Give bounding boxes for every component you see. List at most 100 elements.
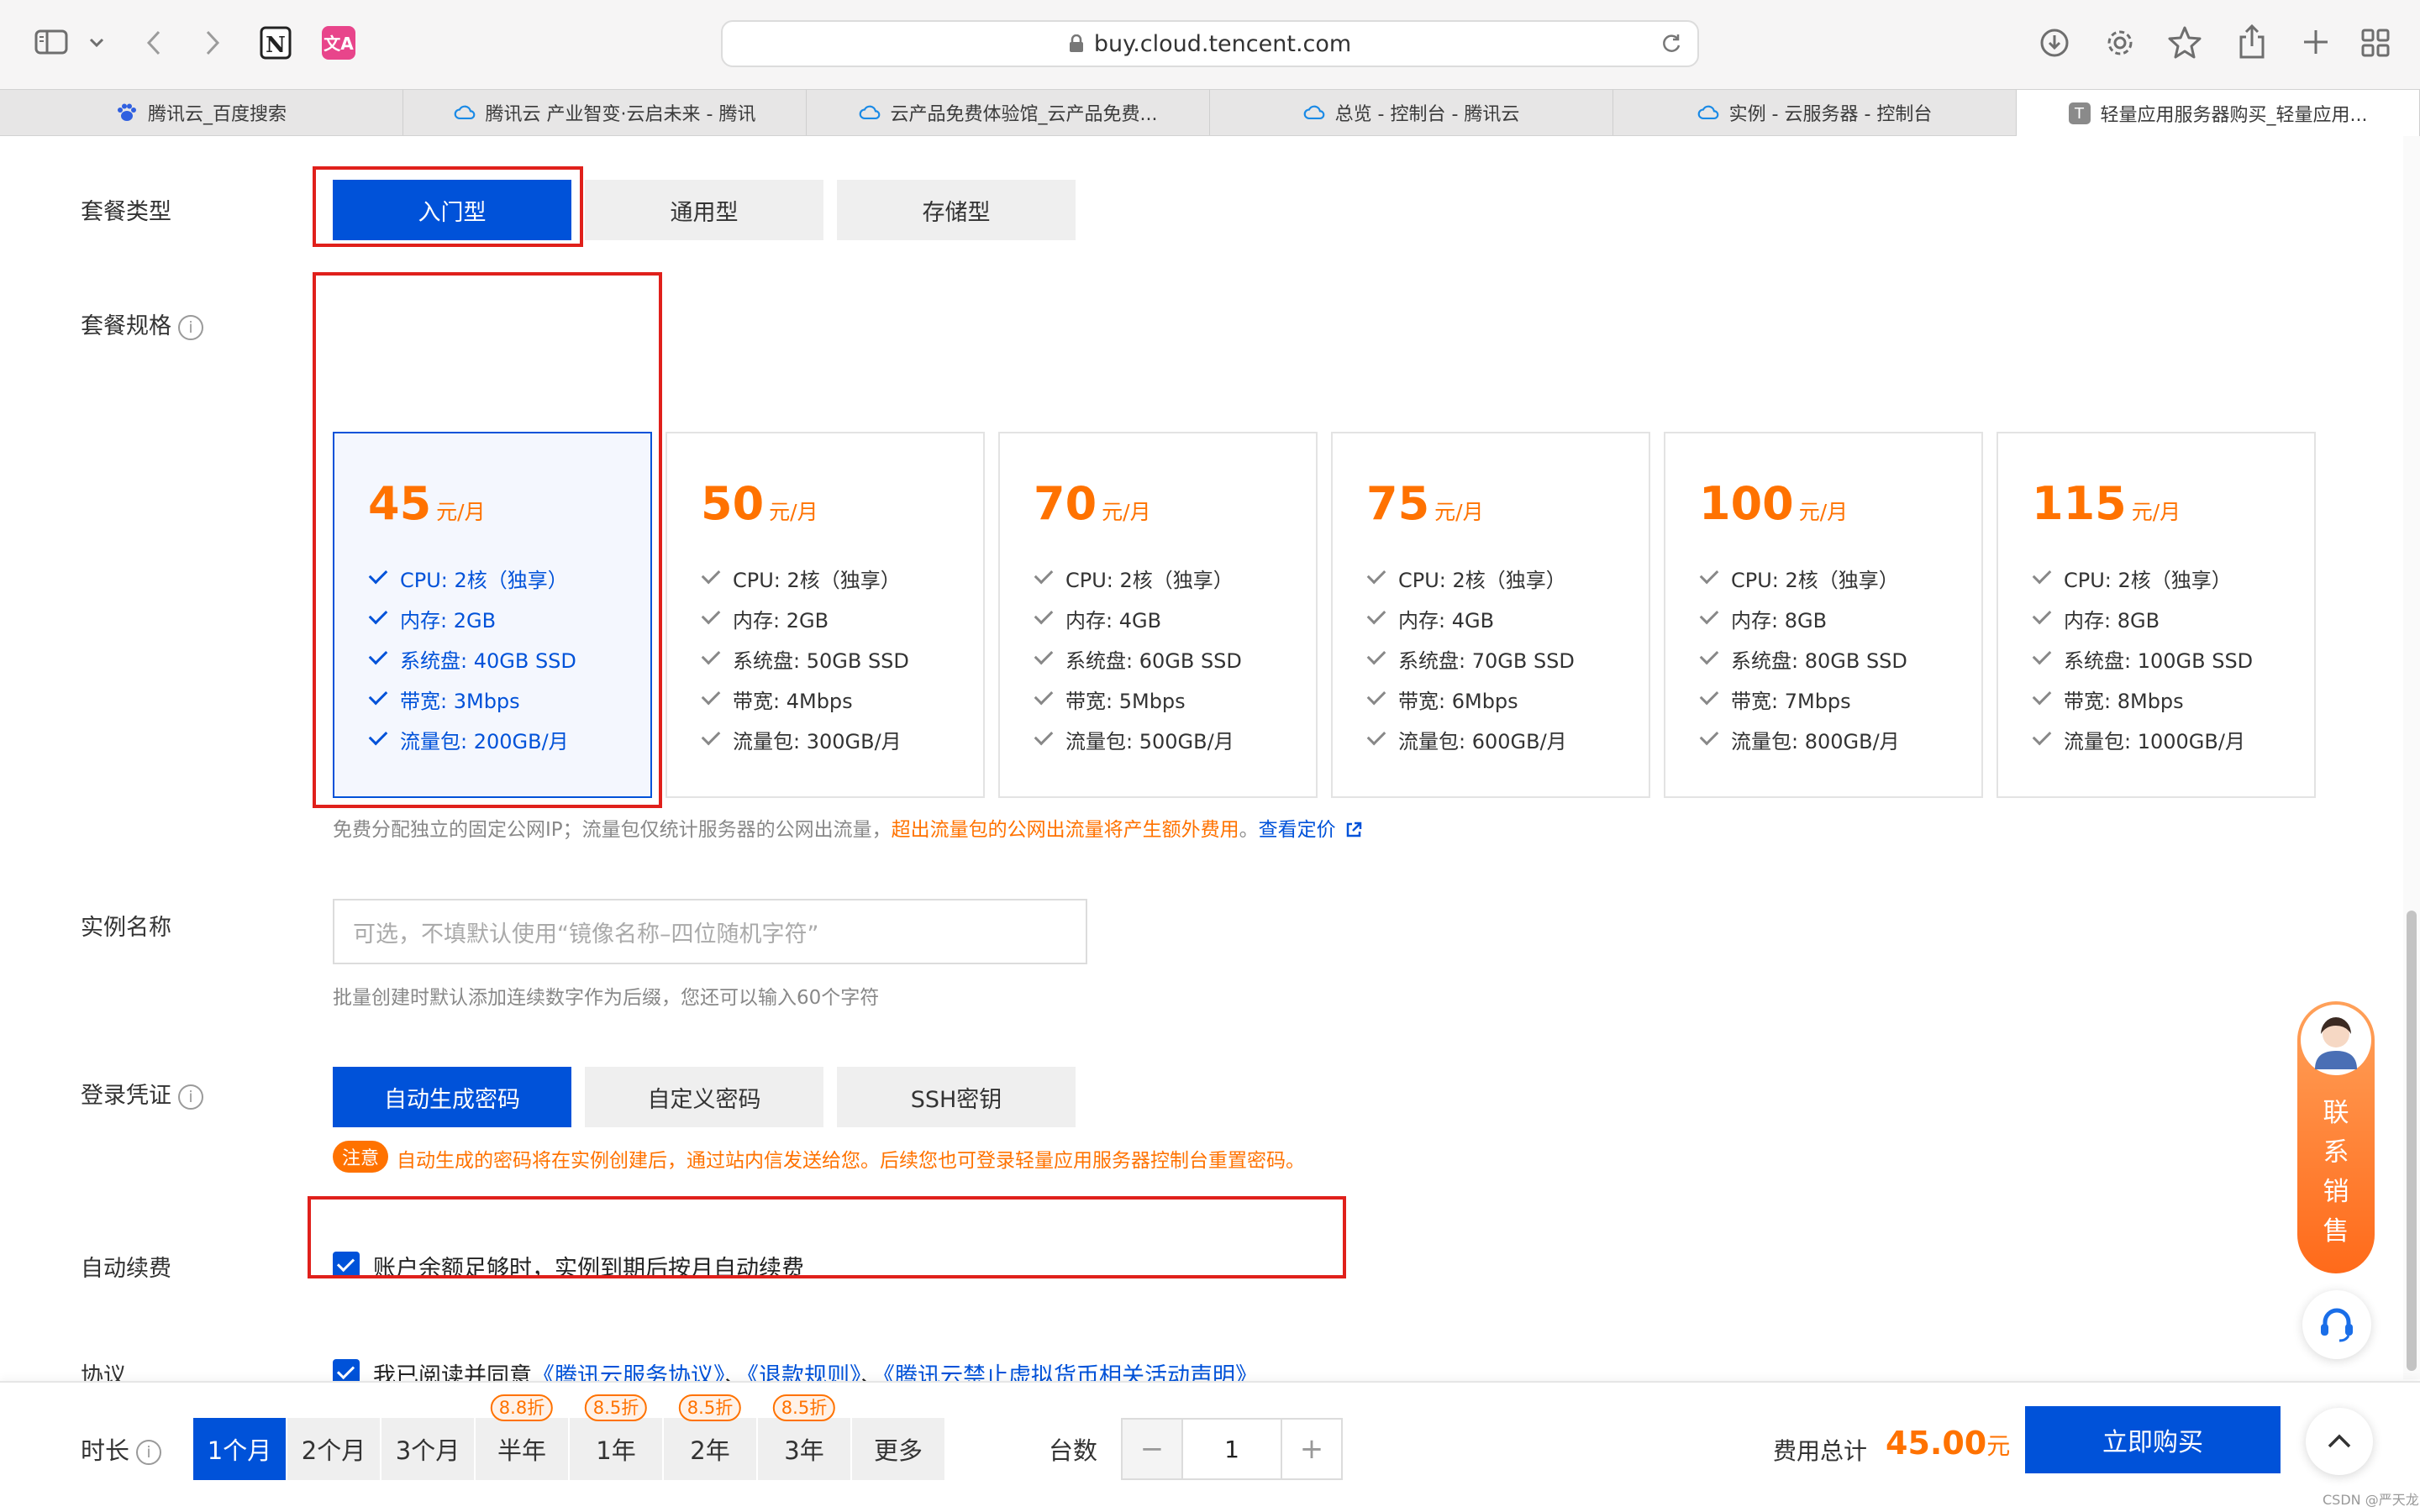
t-favicon-icon: T [2068, 102, 2091, 124]
plan-price: 100 [1699, 477, 1794, 530]
reload-icon[interactable] [1660, 33, 1682, 55]
price-unit: 元/月 [2131, 500, 2181, 524]
plan-spec-label-text: 套餐规格 [81, 313, 171, 339]
duration-1-year[interactable]: 1年 8.5折 [570, 1394, 662, 1480]
plan-card-75[interactable]: 75 元/月 CPU: 2核（独享） 内存: 4GB 系统盘: 70GB SSD … [1331, 432, 1650, 798]
spec-bandwidth: 带宽: 8Mbps [2032, 679, 2253, 719]
tab-label: 实例 - 云服务器 - 控制台 [1728, 104, 1933, 125]
notion-extension-icon[interactable]: N [259, 25, 292, 60]
highlight-box [308, 1196, 1346, 1278]
info-icon[interactable]: i [178, 1084, 203, 1110]
plan-card-70[interactable]: 70 元/月 CPU: 2核（独享） 内存: 4GB 系统盘: 60GB SSD … [998, 432, 1318, 798]
tab-overview-icon[interactable] [2358, 25, 2393, 60]
share-icon[interactable] [2235, 22, 2269, 60]
info-icon[interactable]: i [178, 314, 203, 340]
check-icon [1699, 685, 1719, 706]
back-icon[interactable] [139, 24, 168, 62]
back-to-top-button[interactable] [2306, 1408, 2373, 1475]
price-unit: 元/月 [769, 500, 818, 524]
svg-text:N: N [266, 33, 286, 58]
check-icon [2032, 685, 2052, 706]
forward-icon[interactable] [198, 24, 227, 62]
gear-icon[interactable] [2102, 25, 2138, 60]
download-icon[interactable] [2037, 25, 2072, 60]
tab-tencent-home[interactable]: 腾讯云 产业智变·云启未来 - 腾讯 [403, 90, 807, 135]
star-icon[interactable] [2166, 24, 2203, 60]
info-icon[interactable]: i [136, 1440, 162, 1465]
login-ssh-key[interactable]: SSH密钥 [837, 1067, 1076, 1127]
tab-bar: 腾讯云_百度搜索 腾讯云 产业智变·云启未来 - 腾讯 云产品免费体验馆_云产品… [0, 89, 2420, 137]
sidebar-toggle-icon[interactable] [32, 25, 71, 59]
plan-type-storage[interactable]: 存储型 [837, 180, 1076, 240]
traffic-warning: 超出流量包的公网出流量将产生额外费用 [891, 819, 1239, 841]
browser-toolbar: N 文A buy.cloud.tencent.com [0, 0, 2420, 89]
view-pricing-link[interactable]: 查看定价 [1259, 819, 1336, 841]
instance-name-label: 实例名称 [81, 915, 171, 941]
scrollbar-thumb[interactable] [2407, 911, 2417, 1371]
duration-half-year[interactable]: 半年 8.8折 [476, 1394, 568, 1480]
duration-more[interactable]: 更多 [852, 1418, 944, 1480]
external-link-icon[interactable] [1345, 822, 1362, 838]
auto-renew-label: 自动续费 [81, 1256, 171, 1282]
chevron-down-icon[interactable] [84, 30, 109, 55]
plan-card-50[interactable]: 50 元/月 CPU: 2核（独享） 内存: 2GB 系统盘: 50GB SSD … [666, 432, 985, 798]
buy-now-button[interactable]: 立即购买 [2025, 1406, 2281, 1473]
duration-2-months[interactable]: 2个月 [287, 1418, 380, 1480]
url-text: buy.cloud.tencent.com [1093, 30, 1352, 57]
spec-traffic: 流量包: 600GB/月 [1366, 719, 1575, 759]
duration-label-text: 时长 [81, 1436, 130, 1465]
new-tab-icon[interactable] [2299, 25, 2333, 59]
discount-badge: 8.8折 [490, 1394, 554, 1421]
plan-card-100[interactable]: 100 元/月 CPU: 2核（独享） 内存: 8GB 系统盘: 80GB SSD… [1664, 432, 1983, 798]
plan-type-general[interactable]: 通用型 [585, 180, 823, 240]
check-icon [1699, 645, 1719, 665]
plan-price: 115 [2032, 477, 2127, 530]
check-icon [1366, 685, 1386, 706]
increment-button[interactable]: + [1282, 1420, 1341, 1478]
discount-badge: 8.5折 [584, 1394, 648, 1421]
check-icon [1366, 605, 1386, 625]
quantity-input[interactable]: 1 [1181, 1420, 1282, 1478]
tab-lighthouse-buy[interactable]: T 轻量应用服务器购买_轻量应用... [2017, 90, 2420, 137]
login-auto-password[interactable]: 自动生成密码 [333, 1067, 571, 1127]
translate-extension-icon[interactable]: 文A [321, 25, 356, 60]
check-icon [1034, 564, 1054, 585]
check-icon [701, 645, 721, 665]
duration-2-years[interactable]: 2年 8.5折 [664, 1394, 756, 1480]
spec-bandwidth: 带宽: 7Mbps [1699, 679, 1907, 719]
login-notice: 自动生成的密码将在实例创建后，通过站内信发送给您。后续您也可登录轻量应用服务器控… [397, 1150, 1305, 1172]
spec-bandwidth: 带宽: 4Mbps [701, 679, 909, 719]
traffic-note: 免费分配独立的固定公网IP；流量包仅统计服务器的公网出流量，超出流量包的公网出流… [333, 813, 1362, 842]
duration-1-month[interactable]: 1个月 [193, 1418, 286, 1480]
discount-badge: 8.5折 [678, 1394, 742, 1421]
contact-sales-widget[interactable]: 联系销售 [2297, 1001, 2375, 1273]
address-bar[interactable]: buy.cloud.tencent.com [721, 20, 1699, 67]
plan-card-115[interactable]: 115 元/月 CPU: 2核（独享） 内存: 8GB 系统盘: 100GB SS… [1996, 432, 2316, 798]
spec-traffic: 流量包: 800GB/月 [1699, 719, 1907, 759]
purchase-form: 套餐类型 入门型 通用型 存储型 套餐规格 i 45 元/月 CPU: 2核（独享）… [0, 136, 2403, 1389]
spec-cpu: CPU: 2核（独享） [701, 558, 909, 598]
check-icon [1034, 685, 1054, 706]
spec-disk: 系统盘: 50GB SSD [701, 638, 909, 679]
instance-name-input[interactable]: 可选，不填默认使用“镜像名称–四位随机字符” [333, 899, 1087, 964]
check-icon [701, 564, 721, 585]
total-label: 费用总计 [1773, 1437, 1868, 1465]
spec-memory: 内存: 4GB [1366, 598, 1575, 638]
tab-baidu[interactable]: 腾讯云_百度搜索 [0, 90, 403, 135]
spec-bandwidth: 带宽: 5Mbps [1034, 679, 1242, 719]
tab-instances[interactable]: 实例 - 云服务器 - 控制台 [1613, 90, 2017, 135]
tencent-cloud-icon [1303, 105, 1324, 120]
tab-console-overview[interactable]: 总览 - 控制台 - 腾讯云 [1210, 90, 1613, 135]
duration-3-years[interactable]: 3年 8.5折 [758, 1394, 850, 1480]
tab-free-trial[interactable]: 云产品免费体验馆_云产品免费... [807, 90, 1210, 135]
spec-traffic: 流量包: 300GB/月 [701, 719, 909, 759]
price-unit: 元/月 [1102, 500, 1151, 524]
plan-price: 50 [701, 477, 765, 530]
check-icon [2032, 645, 2052, 665]
decrement-button[interactable]: − [1123, 1420, 1181, 1478]
duration-3-months[interactable]: 3个月 [381, 1418, 474, 1480]
chevron-up-icon [2328, 1434, 2351, 1448]
login-custom-password[interactable]: 自定义密码 [585, 1067, 823, 1127]
contact-sales-text: 联系销售 [2323, 1098, 2349, 1247]
customer-service-icon[interactable] [2302, 1290, 2371, 1359]
